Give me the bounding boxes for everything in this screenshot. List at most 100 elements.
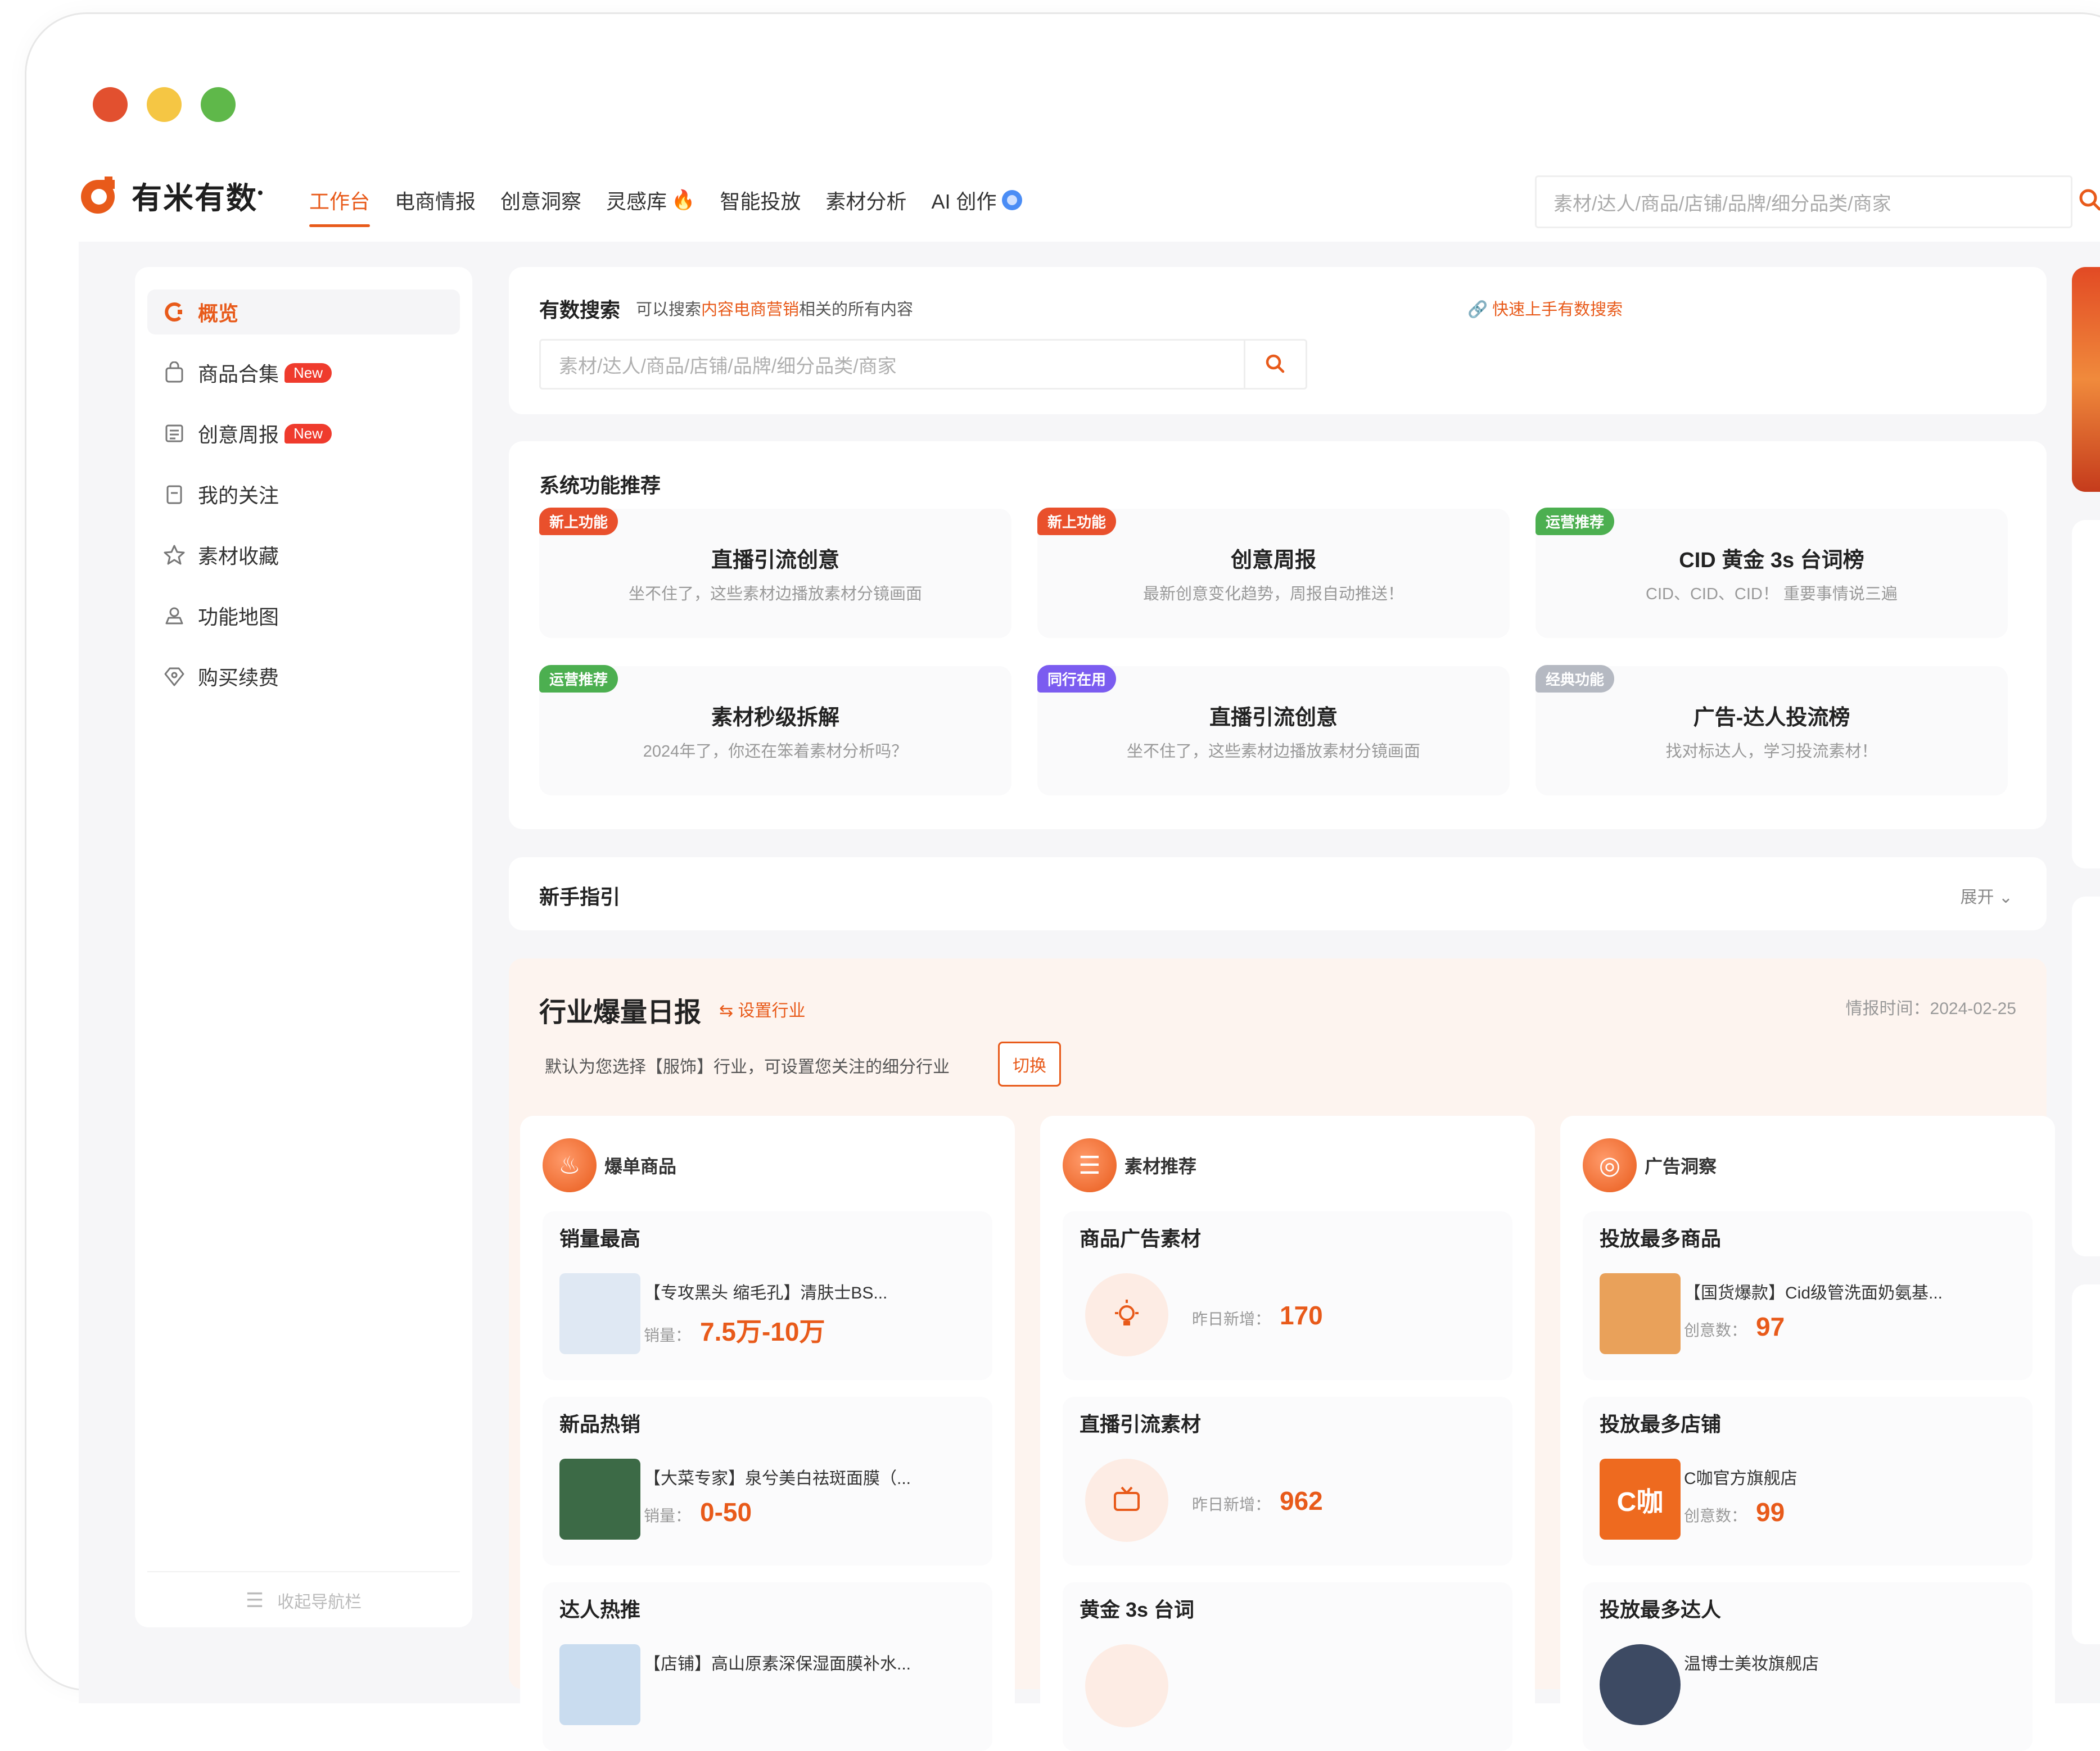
collapse-sidebar-button[interactable]: ☰ 收起导航栏 [147,1571,460,1617]
ad-insight-icon: ◎ [1583,1138,1637,1192]
report-column-hot-products: ♨ 爆单商品 销量最高 【专攻黑头 缩毛孔】清肤士BS... 销量： 7.5万-1… [520,1116,1015,1751]
right-panel [2072,1284,2100,1644]
list-item[interactable]: 达人热推 【店铺】高山原素深保湿面膜补水... [543,1582,992,1751]
feature-recommend-title: 系统功能推荐 [539,474,661,497]
overview-icon [163,301,186,323]
search-icon [2079,189,2100,211]
feature-name: 广告-达人投流榜 [1693,706,1850,730]
nav-tab-ai-create[interactable]: AI 创作 [931,185,1023,215]
star-icon [163,544,186,566]
product-thumbnail [559,1273,640,1354]
brand-logo[interactable]: 有米有数• [79,173,264,218]
nav-tab-workbench[interactable]: 工作台 [309,185,371,227]
feature-name: CID 黄金 3s 台词榜 [1679,549,1864,572]
new-badge: New [284,363,332,383]
list-item[interactable]: 直播引流素材 昨日新增： 962 [1063,1397,1512,1566]
item-text: 【国货爆款】Cid级管洗面奶氨基... [1684,1284,1943,1302]
brand-name: 有米有数• [132,182,264,215]
sidebar-item-creative-weekly[interactable]: 创意周报 New [147,411,460,456]
shop-logo: C咖 [1600,1459,1681,1540]
sidebar-item-product-collection[interactable]: 商品合集 New [147,350,460,395]
feature-tag: 经典功能 [1536,665,1615,693]
global-search-input[interactable]: 素材/达人/商品/店铺/品牌/细分品类/商家 [1535,175,2072,228]
hot-product-icon: ♨ [543,1138,597,1192]
feature-desc: 坐不住了，这些素材边播放素材分镜画面 [1126,743,1420,761]
column-name: 爆单商品 [604,1156,677,1177]
nav-tab-smart-ads[interactable]: 智能投放 [720,185,801,215]
sidebar-item-purchase-renew[interactable]: 购买续费 [147,654,460,699]
item-meta: 昨日新增： 962 [1192,1486,1323,1515]
list-item[interactable]: 销量最高 【专攻黑头 缩毛孔】清肤士BS... 销量： 7.5万-10万 [543,1211,992,1380]
switch-industry-button[interactable]: 切换 [998,1042,1061,1087]
report-time: 情报时间：2024-02-25 [1845,999,2016,1018]
list-item[interactable]: 黄金 3s 台词 [1063,1582,1512,1751]
column-name: 素材推荐 [1124,1156,1197,1177]
item-title: 销量最高 [559,1227,641,1250]
item-meta: 销量： 0-50 [644,1497,752,1527]
list-item[interactable]: 投放最多商品 【国货爆款】Cid级管洗面奶氨基... 创意数： 97 [1583,1211,2033,1380]
settings-icon: ⇆ [719,1002,738,1020]
nav-tab-ecommerce-intel[interactable]: 电商情报 [395,185,476,215]
sidebar-item-overview[interactable]: 概览 [147,289,460,334]
item-title: 直播引流素材 [1080,1413,1202,1436]
sidebar-item-feature-map[interactable]: 功能地图 [147,593,460,638]
item-title: 达人热推 [559,1598,641,1621]
search-button[interactable] [1245,339,1307,390]
feature-card[interactable]: 同行在用 直播引流创意 坐不住了，这些素材边播放素材分镜画面 [1037,665,1510,795]
bulb-icon [1085,1273,1168,1356]
logo-icon [79,175,119,216]
collapse-label: 收起导航栏 [277,1593,362,1612]
item-title: 商品广告素材 [1080,1227,1202,1250]
promo-banner[interactable] [2072,267,2100,492]
bag-icon [163,361,186,384]
newbie-guide-card: 新手指引 展开 ⌄ [509,857,2047,930]
item-title: 黄金 3s 台词 [1080,1598,1195,1621]
feature-card[interactable]: 新上功能 创意周报 最新创意变化趋势，周报自动推送！ [1037,508,1510,638]
nav-tab-material-analysis[interactable]: 素材分析 [825,185,906,215]
search-input[interactable]: 素材/达人/商品/店铺/品牌/细分品类/商家 [539,339,1245,390]
set-industry-button[interactable]: ⇆ 设置行业 [719,997,805,1021]
item-title: 新品热销 [559,1413,641,1436]
search-card-title: 有数搜索 [539,298,621,322]
new-badge: New [284,423,332,444]
fire-icon: 🔥 [671,189,696,211]
feature-name: 直播引流创意 [711,549,839,572]
list-item[interactable]: 投放最多店铺 C咖 C咖官方旗舰店 创意数： 99 [1583,1397,2033,1566]
item-text: 【专攻黑头 缩毛孔】清肤士BS... [644,1284,888,1302]
list-item[interactable]: 商品广告素材 昨日新增： 170 [1063,1211,1512,1380]
feature-card[interactable]: 经典功能 广告-达人投流榜 找对标达人，学习投流素材！ [1536,665,2008,795]
top-navigation: 有米有数• 工作台 电商情报 创意洞察 灵感库 🔥 智能投放 素材分析 AI 创作… [79,169,2100,242]
sidebar-item-material-favorites[interactable]: 素材收藏 [147,532,460,577]
main-nav-tabs: 工作台 电商情报 创意洞察 灵感库 🔥 智能投放 素材分析 AI 创作 [309,185,1023,227]
item-text: 【大菜专家】泉兮美白祛斑面膜（... [644,1469,911,1488]
feature-desc: CID、CID、CID！ 重要事情说三遍 [1646,585,1898,603]
column-header: ☰ 素材推荐 [1063,1138,1196,1192]
item-text: 【店铺】高山原素深保湿面膜补水... [644,1655,911,1673]
feature-card[interactable]: 运营推荐 素材秒级拆解 2024年了，你还在笨着素材分析吗？ [539,665,1011,795]
nav-tab-creative-insight[interactable]: 创意洞察 [500,185,581,215]
feature-card[interactable]: 新上功能 直播引流创意 坐不住了，这些素材边播放素材分镜画面 [539,508,1011,638]
newbie-guide-title: 新手指引 [539,885,621,908]
search-icon [1266,354,1284,373]
report-title: 行业爆量日报 [539,998,702,1028]
feature-card[interactable]: 运营推荐 CID 黄金 3s 台词榜 CID、CID、CID！ 重要事情说三遍 [1536,508,2008,638]
global-search-button[interactable] [2063,175,2100,228]
sidebar-item-my-follows[interactable]: 我的关注 [147,472,460,517]
column-header: ♨ 爆单商品 [543,1138,676,1192]
nav-tab-inspiration[interactable]: 灵感库 🔥 [606,185,695,215]
right-panel [2072,520,2100,868]
window-minimize-button[interactable] [147,87,182,122]
item-text: 温博士美妆旗舰店 [1684,1655,1819,1673]
expand-button[interactable]: 展开 ⌄ [1961,883,2013,908]
window-maximize-button[interactable] [201,87,236,122]
feature-recommend-card: 系统功能推荐 新上功能 直播引流创意 坐不住了，这些素材边播放素材分镜画面 新上… [509,441,2047,829]
ai-icon [1002,190,1023,210]
list-item[interactable]: 新品热销 【大菜专家】泉兮美白祛斑面膜（... 销量： 0-50 [543,1397,992,1566]
avatar [1600,1644,1681,1725]
item-meta: 创意数： 97 [1684,1312,1785,1341]
feature-tag: 运营推荐 [539,665,618,693]
window-close-button[interactable] [93,87,128,122]
collapse-icon: ☰ [245,1589,264,1612]
list-item[interactable]: 投放最多达人 温博士美妆旗舰店 [1583,1582,2033,1751]
quick-start-link[interactable]: 🔗 快速上手有数搜索 [1467,296,1623,320]
